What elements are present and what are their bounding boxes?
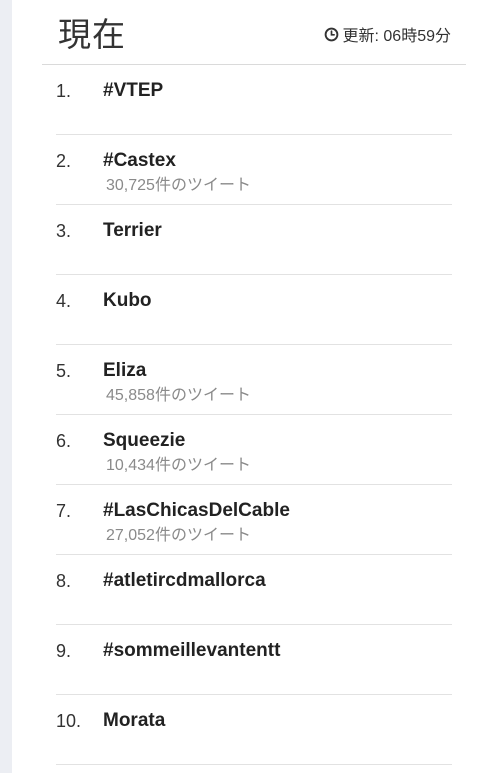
trends-page: 現在 更新: 06時59分 1. #VTEP 2. #Castex 30,725…: [12, 0, 480, 773]
trend-name[interactable]: #LasChicasDelCable: [103, 500, 290, 522]
trend-rank: 3.: [56, 221, 72, 241]
trend-name[interactable]: Morata: [103, 710, 165, 732]
trend-item-7[interactable]: 7. #LasChicasDelCable 27,052件のツイート: [56, 485, 452, 555]
trend-name[interactable]: #VTEP: [103, 80, 163, 102]
trend-name[interactable]: Eliza: [103, 360, 146, 382]
trend-rank: 5.: [56, 361, 72, 381]
trend-item-4[interactable]: 4. Kubo: [56, 275, 452, 345]
trend-rank: 6.: [56, 431, 72, 451]
trend-rank: 4.: [56, 291, 72, 311]
clock-icon: [324, 27, 339, 42]
updated-label: 更新: 06時59分: [342, 28, 452, 45]
header: 現在 更新: 06時59分: [42, 0, 466, 64]
tweet-count: 30,725件のツイート: [106, 177, 251, 194]
trend-name[interactable]: Kubo: [103, 290, 152, 312]
trend-name[interactable]: #Castex: [103, 150, 176, 172]
trend-rank: 9.: [56, 641, 72, 661]
trend-rank: 2.: [56, 151, 72, 171]
trend-item-10[interactable]: 10. Morata: [56, 695, 452, 765]
trend-rank: 8.: [56, 571, 72, 591]
trend-name[interactable]: #atletircdmallorca: [103, 570, 266, 592]
left-rail: [0, 0, 12, 773]
trend-item-9[interactable]: 9. #sommeillevantentt: [56, 625, 452, 695]
trend-rank: 10.: [56, 711, 82, 731]
trend-name[interactable]: Terrier: [103, 220, 162, 242]
updated-time: 更新: 06時59分: [324, 22, 452, 46]
trend-item-3[interactable]: 3. Terrier: [56, 205, 452, 275]
trend-rank: 7.: [56, 501, 72, 521]
tweet-count: 45,858件のツイート: [106, 387, 251, 404]
tweet-count: 10,434件のツイート: [106, 457, 251, 474]
trend-list: 1. #VTEP 2. #Castex 30,725件のツイート 3. Terr…: [56, 65, 452, 765]
trend-item-8[interactable]: 8. #atletircdmallorca: [56, 555, 452, 625]
trend-item-6[interactable]: 6. Squeezie 10,434件のツイート: [56, 415, 452, 485]
trend-rank: 1.: [56, 81, 72, 101]
page-title: 現在: [58, 15, 126, 54]
tweet-count: 27,052件のツイート: [106, 527, 251, 544]
trend-item-2[interactable]: 2. #Castex 30,725件のツイート: [56, 135, 452, 205]
trend-name[interactable]: Squeezie: [103, 430, 185, 452]
trend-name[interactable]: #sommeillevantentt: [103, 640, 280, 662]
trend-item-1[interactable]: 1. #VTEP: [56, 65, 452, 135]
trend-item-5[interactable]: 5. Eliza 45,858件のツイート: [56, 345, 452, 415]
